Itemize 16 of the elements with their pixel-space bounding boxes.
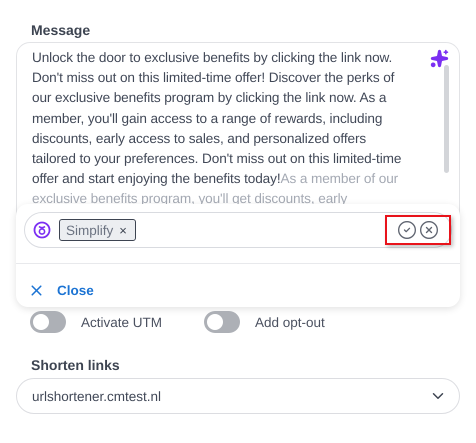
tag-chip[interactable]: Simplify × bbox=[59, 219, 136, 241]
assistant-icon bbox=[33, 221, 51, 239]
shorten-links-select[interactable]: urlshortener.cmtest.nl bbox=[16, 378, 460, 414]
toggle-label: Activate UTM bbox=[81, 314, 162, 330]
close-button[interactable]: Close bbox=[28, 282, 94, 299]
sparkles-icon[interactable] bbox=[430, 49, 449, 68]
field-label: Shorten links bbox=[30, 356, 121, 375]
toggle-switch[interactable] bbox=[30, 311, 66, 333]
toggle-switch[interactable] bbox=[204, 311, 240, 333]
field-label: Message bbox=[30, 21, 92, 40]
remove-tag-button[interactable]: × bbox=[119, 222, 127, 238]
scrollbar[interactable] bbox=[444, 65, 449, 173]
reject-button[interactable] bbox=[419, 220, 439, 240]
toggle-label: Add opt-out bbox=[255, 314, 325, 330]
accept-button[interactable] bbox=[397, 220, 417, 240]
prompt-field[interactable]: Simplify × bbox=[24, 212, 452, 248]
